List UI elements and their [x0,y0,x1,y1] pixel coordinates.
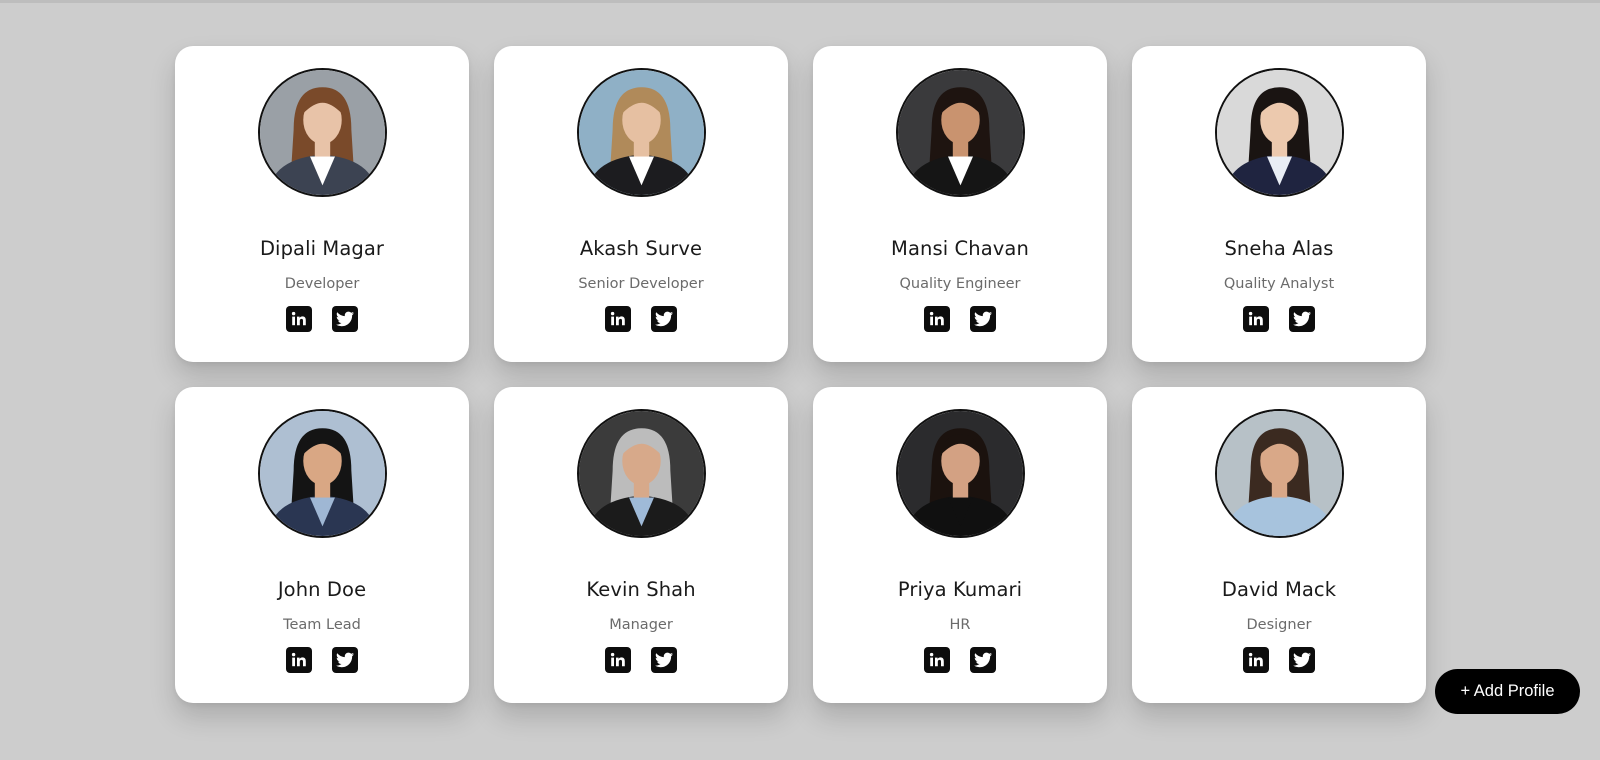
social-links [1243,647,1315,673]
profile-role: Team Lead [283,617,361,633]
profile-card: John Doe Team Lead [175,387,469,703]
profile-role: Designer [1246,617,1312,633]
profile-name: David Mack [1221,578,1337,601]
social-links [1243,306,1315,332]
avatar [576,409,706,538]
profile-card: Sneha Alas Quality Analyst [1132,46,1426,362]
profile-role: Senior Developer [578,276,704,292]
social-links [286,647,358,673]
profile-card: Dipali Magar Developer [175,46,469,362]
social-links [924,306,996,332]
social-links [924,647,996,673]
linkedin-icon[interactable] [924,647,950,673]
profile-role: Manager [609,617,673,633]
linkedin-icon[interactable] [605,306,631,332]
avatar [257,68,387,197]
profile-name: John Doe [277,578,367,601]
avatar [257,409,387,538]
profile-role: Quality Engineer [899,276,1021,292]
twitter-icon[interactable] [651,306,677,332]
profile-grid: Dipali Magar Developer Akash Surve Senio… [175,46,1426,703]
profile-card: Mansi Chavan Quality Engineer [813,46,1107,362]
top-border [0,0,1600,3]
profile-role: HR [949,617,971,633]
profile-card: Priya Kumari HR [813,387,1107,703]
social-links [605,647,677,673]
twitter-icon[interactable] [332,306,358,332]
profile-name: Sneha Alas [1224,237,1334,260]
add-profile-button[interactable]: + Add Profile [1435,669,1580,714]
twitter-icon[interactable] [970,306,996,332]
twitter-icon[interactable] [1289,647,1315,673]
profile-name: Akash Surve [579,237,703,260]
linkedin-icon[interactable] [605,647,631,673]
twitter-icon[interactable] [1289,306,1315,332]
linkedin-icon[interactable] [286,306,312,332]
profile-card: David Mack Designer [1132,387,1426,703]
avatar [1214,68,1344,197]
avatar [576,68,706,197]
profile-name: Priya Kumari [897,578,1023,601]
avatar [895,68,1025,197]
social-links [286,306,358,332]
linkedin-icon[interactable] [286,647,312,673]
linkedin-icon[interactable] [1243,647,1269,673]
profile-role: Quality Analyst [1223,276,1335,292]
linkedin-icon[interactable] [1243,306,1269,332]
twitter-icon[interactable] [970,647,996,673]
profile-name: Mansi Chavan [891,237,1029,260]
social-links [605,306,677,332]
profile-card: Kevin Shah Manager [494,387,788,703]
profile-name: Dipali Magar [259,237,385,260]
twitter-icon[interactable] [651,647,677,673]
profile-card: Akash Surve Senior Developer [494,46,788,362]
avatar [1214,409,1344,538]
linkedin-icon[interactable] [924,306,950,332]
twitter-icon[interactable] [332,647,358,673]
profile-name: Kevin Shah [586,578,696,601]
profile-role: Developer [284,276,360,292]
avatar [895,409,1025,538]
